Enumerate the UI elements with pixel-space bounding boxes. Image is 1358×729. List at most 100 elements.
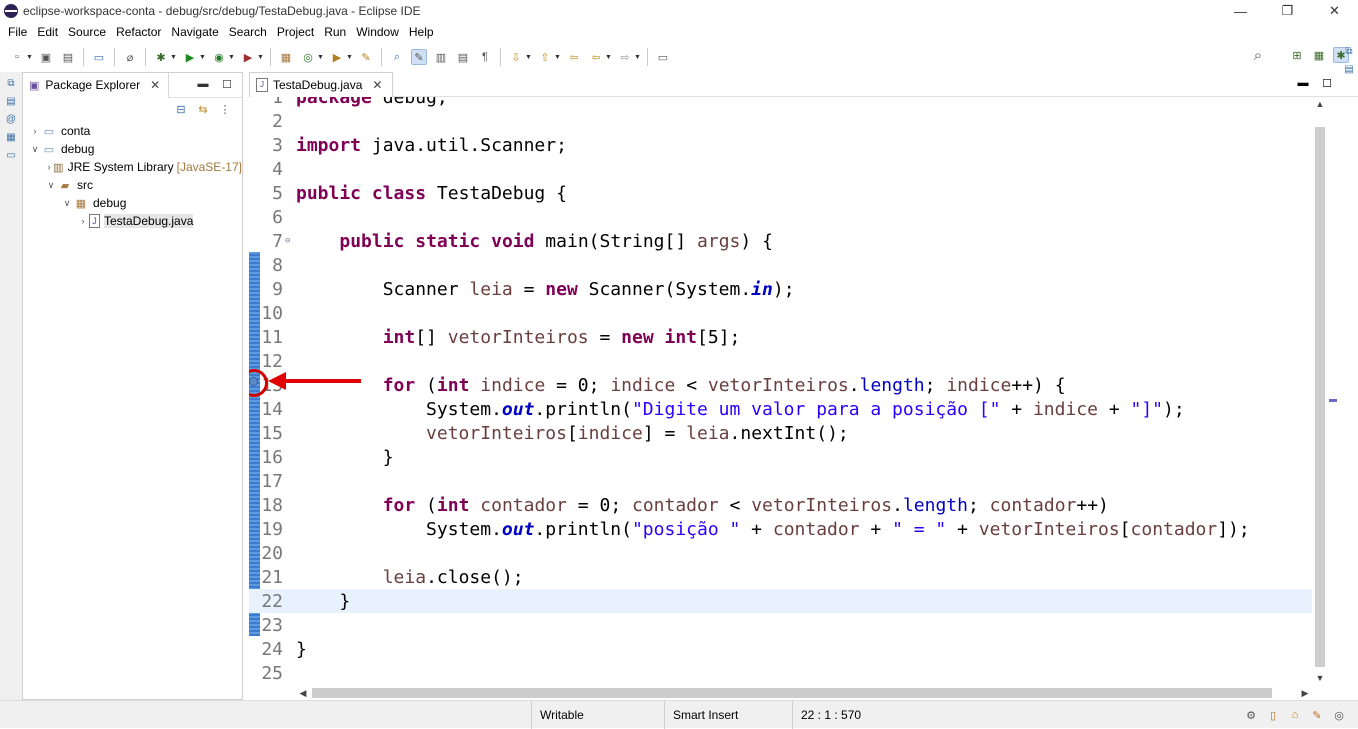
minimize-editor-icon[interactable]: ▬ (1296, 76, 1310, 90)
back-icon[interactable]: ⇦ (588, 49, 604, 65)
maximize-view-icon[interactable]: ☐ (220, 77, 234, 91)
menu-project[interactable]: Project (273, 25, 320, 39)
run-icon[interactable]: ▶ (182, 49, 198, 65)
next-annotation-icon[interactable]: ⇩ (508, 49, 524, 65)
previous-annotation-icon[interactable]: ⇧ (537, 49, 553, 65)
chevron-down-icon[interactable]: ▼ (228, 49, 235, 65)
code-line[interactable]: 22 } (249, 589, 1312, 613)
code-line[interactable]: 20 (249, 541, 1312, 565)
maximize-editor-icon[interactable]: ☐ (1320, 76, 1334, 90)
tree-item[interactable]: › ▥ JRE System Library [JavaSE-17] (23, 158, 242, 176)
tab-package-explorer[interactable]: ▣ Package Explorer ✕ (23, 72, 170, 98)
coverage-icon[interactable]: ◉ (211, 49, 227, 65)
tab-testadebug-java[interactable]: J TestaDebug.java ✕ (249, 71, 394, 97)
minimize-button[interactable]: — (1217, 0, 1264, 22)
menu-source[interactable]: Source (64, 25, 112, 39)
new-java-package-icon[interactable]: ▦ (278, 49, 294, 65)
toggle-block-selection-icon[interactable]: ▤ (455, 49, 471, 65)
menu-refactor[interactable]: Refactor (112, 25, 167, 39)
chevron-down-icon[interactable]: ▼ (554, 49, 561, 65)
chevron-down-icon[interactable]: ▼ (346, 49, 353, 65)
fold-collapse-icon[interactable]: ⊖ (285, 236, 290, 246)
tree-item[interactable]: › ▭ conta (23, 122, 242, 140)
code-editor[interactable]: 1 package debug; 2 3 import java.util.Scanne… (249, 97, 1358, 685)
code-line[interactable]: 6 (249, 205, 1312, 229)
show-whitespace-icon[interactable]: ¶ (477, 49, 493, 65)
hat-icon[interactable]: ⌂ (1287, 707, 1303, 723)
tree-item[interactable]: ∨ ▦ debug (23, 194, 242, 212)
chevron-down-icon[interactable]: ▼ (605, 49, 612, 65)
code-line[interactable]: 23 (249, 613, 1312, 637)
menu-navigate[interactable]: Navigate (167, 25, 224, 39)
outline-right-icon[interactable]: ▤ (1342, 62, 1356, 76)
chevron-down-icon[interactable]: ▼ (26, 49, 33, 65)
chevron-down-icon[interactable]: ▼ (525, 49, 532, 65)
code-line[interactable]: 10 (249, 301, 1312, 325)
restore-icon[interactable]: ⧉ (4, 76, 18, 90)
tree-item[interactable]: › J TestaDebug.java (23, 212, 242, 230)
open-perspective-icon[interactable]: ⊞ (1289, 47, 1305, 63)
open-type-icon[interactable]: ▶ (329, 49, 345, 65)
new-icon[interactable]: ▫ (9, 49, 25, 65)
skip-breakpoints-icon[interactable]: ⌀ (122, 49, 138, 65)
update-icon[interactable]: ⚙ (1243, 707, 1259, 723)
code-line[interactable]: 8 (249, 253, 1312, 277)
external-tools-icon[interactable]: ▶ (240, 49, 256, 65)
pencil-icon[interactable]: ✎ (1309, 707, 1325, 723)
chevron-down-icon[interactable]: ∨ (61, 198, 73, 209)
search-icon[interactable]: ⌕ (1250, 47, 1266, 64)
scroll-right-icon[interactable]: ▶ (1298, 685, 1312, 701)
code-line[interactable]: 1 package debug; (249, 97, 1312, 109)
save-icon[interactable]: ▣ (38, 49, 54, 65)
link-with-editor-icon[interactable]: ⇆ (195, 101, 211, 117)
search-icon-toolbar[interactable]: ⌕ (389, 49, 405, 65)
horizontal-scroll-thumb[interactable] (312, 688, 1272, 698)
chevron-down-icon[interactable]: ▼ (199, 49, 206, 65)
console-icon[interactable]: ▭ (4, 148, 18, 162)
code-line[interactable]: 24} (249, 637, 1312, 661)
pin-editor-icon[interactable]: ▭ (655, 49, 671, 65)
code-line[interactable]: 19 System.out.println("posição " + conta… (249, 517, 1312, 541)
terminal-icon[interactable]: ▭ (91, 49, 107, 65)
code-line[interactable]: 12 (249, 349, 1312, 373)
outline-icon[interactable]: ▤ (4, 94, 18, 108)
code-line[interactable]: 7 ⊖ public static void main(String[] args… (249, 229, 1312, 253)
menu-run[interactable]: Run (320, 25, 352, 39)
open-task-icon[interactable]: ✎ (358, 49, 374, 65)
vertical-scrollbar[interactable]: ▲ ▼ (1312, 97, 1328, 685)
code-line[interactable]: 15 vetorInteiros[indice] = leia.nextInt(… (249, 421, 1312, 445)
code-line[interactable]: 18 for (int contador = 0; contador < vet… (249, 493, 1312, 517)
chevron-down-icon[interactable]: ▼ (170, 49, 177, 65)
tree-item[interactable]: ∨ ▭ debug (23, 140, 242, 158)
chevron-down-icon[interactable]: ▼ (634, 49, 641, 65)
menu-help[interactable]: Help (405, 25, 440, 39)
code-line[interactable]: 2 (249, 109, 1312, 133)
collapse-all-icon[interactable]: ⊟ (173, 101, 189, 117)
tree-item[interactable]: ∨ ▰ src (23, 176, 242, 194)
menu-file[interactable]: File (4, 25, 33, 39)
chevron-down-icon[interactable]: ▼ (257, 49, 264, 65)
chevron-down-icon[interactable]: ▼ (317, 49, 324, 65)
scroll-left-icon[interactable]: ◀ (296, 685, 310, 701)
code-line[interactable]: 16 } (249, 445, 1312, 469)
close-icon[interactable]: ✕ (372, 78, 382, 92)
forward-icon[interactable]: ⇨ (617, 49, 633, 65)
code-line[interactable]: 3 import java.util.Scanner; (249, 133, 1312, 157)
book-icon[interactable]: ▯ (1265, 707, 1281, 723)
declaration-icon[interactable]: ▦ (4, 130, 18, 144)
scroll-up-icon[interactable]: ▲ (1312, 97, 1328, 111)
code-line[interactable]: 9 Scanner leia = new Scanner(System.in); (249, 277, 1312, 301)
overview-ruler[interactable] (1328, 97, 1338, 685)
save-all-icon[interactable]: ▤ (60, 49, 76, 65)
java-perspective-icon[interactable]: ▦ (1311, 47, 1327, 63)
restore-right-icon[interactable]: ⧉ (1342, 44, 1356, 58)
code-line[interactable]: 4 (249, 157, 1312, 181)
javadoc-icon[interactable]: @ (4, 112, 18, 126)
toggle-breadcrumb-icon[interactable]: ▥ (433, 49, 449, 65)
horizontal-scrollbar[interactable]: ◀ ▶ (296, 685, 1312, 701)
code-line[interactable]: 21 leia.close(); (249, 565, 1312, 589)
overview-marker[interactable] (1329, 399, 1337, 402)
toggle-mark-occurrences-icon[interactable]: ✎ (411, 49, 427, 65)
code-line[interactable]: 11 int[] vetorInteiros = new int[5]; (249, 325, 1312, 349)
menu-window[interactable]: Window (352, 25, 405, 39)
